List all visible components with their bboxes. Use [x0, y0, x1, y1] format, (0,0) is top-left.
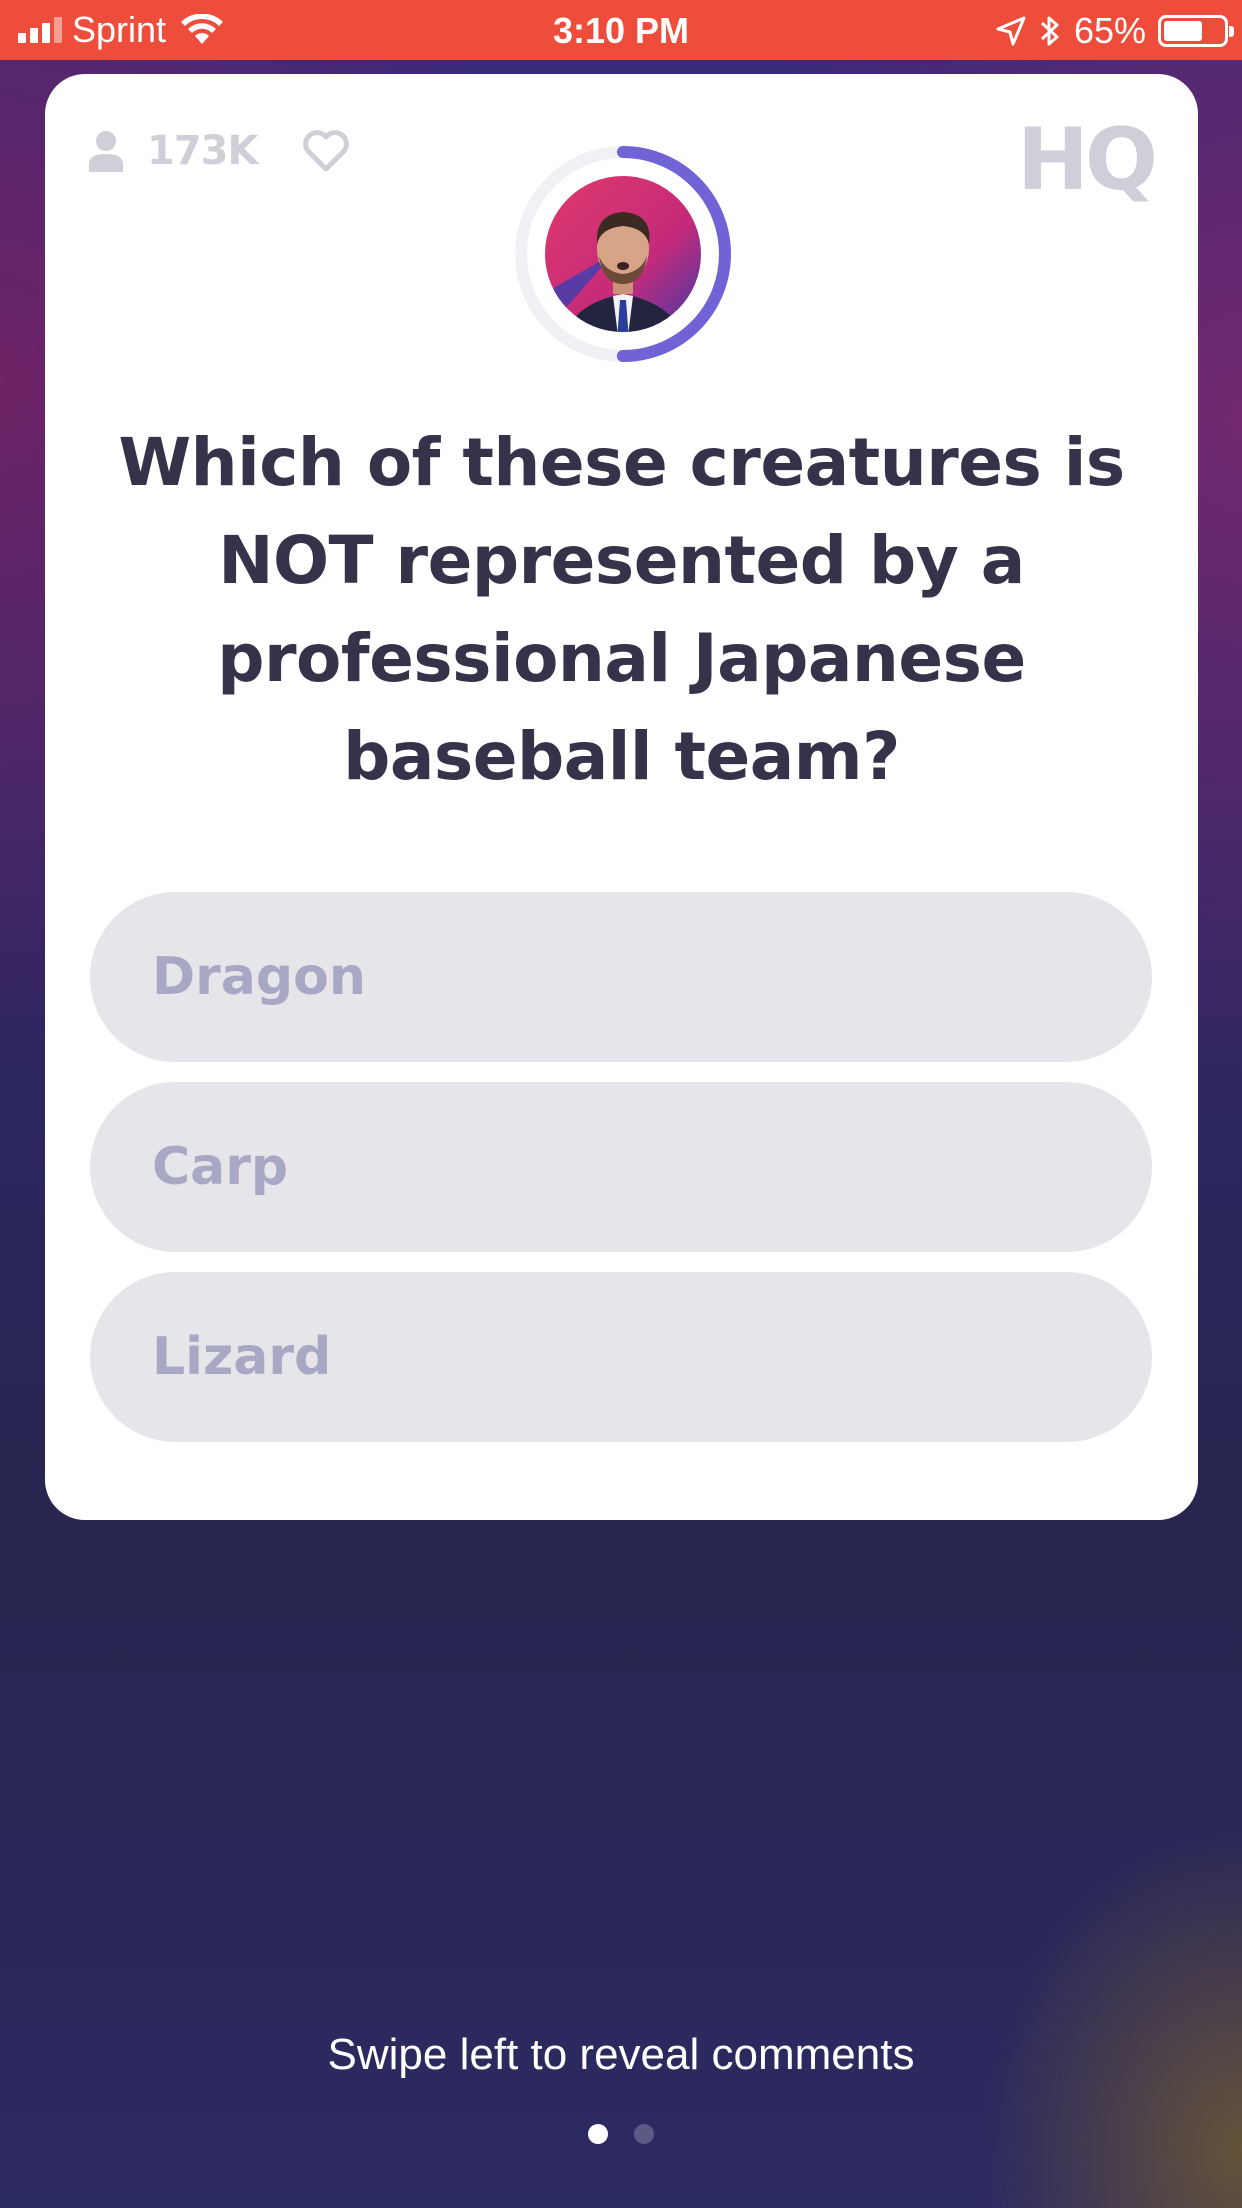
question-card: 173K HQ Which of these creatures is NOT … — [45, 74, 1198, 1520]
heart-icon[interactable] — [302, 129, 350, 173]
page-dot-1[interactable] — [588, 2124, 608, 2144]
status-right: 65% — [996, 9, 1234, 53]
page-indicator[interactable] — [0, 2124, 1242, 2144]
question-text: Which of these creatures is NOT represen… — [118, 424, 1125, 795]
status-bar: Sprint 3:10 PM 65% — [0, 0, 1242, 60]
answer-option[interactable]: Dragon — [90, 892, 1152, 1062]
battery-icon — [1158, 15, 1234, 47]
location-icon — [996, 16, 1026, 46]
hq-logo: HQ — [1016, 110, 1158, 210]
viewer-info: 173K — [87, 128, 350, 174]
person-icon — [89, 131, 123, 172]
answer-option[interactable]: Lizard — [90, 1272, 1152, 1442]
swipe-hint: Swipe left to reveal comments — [327, 2030, 915, 2079]
viewer-count: 173K — [147, 128, 258, 174]
battery-fill — [1164, 21, 1202, 41]
host-avatar — [545, 176, 701, 332]
timer-ring — [515, 146, 731, 362]
answer-option[interactable]: Carp — [90, 1082, 1152, 1252]
host-timer — [513, 144, 733, 364]
battery-percent: 65% — [1073, 10, 1146, 51]
page-dot-2[interactable] — [634, 2124, 654, 2144]
answer-list: Dragon Carp Lizard — [90, 892, 1152, 1462]
bluetooth-icon — [1040, 16, 1059, 46]
